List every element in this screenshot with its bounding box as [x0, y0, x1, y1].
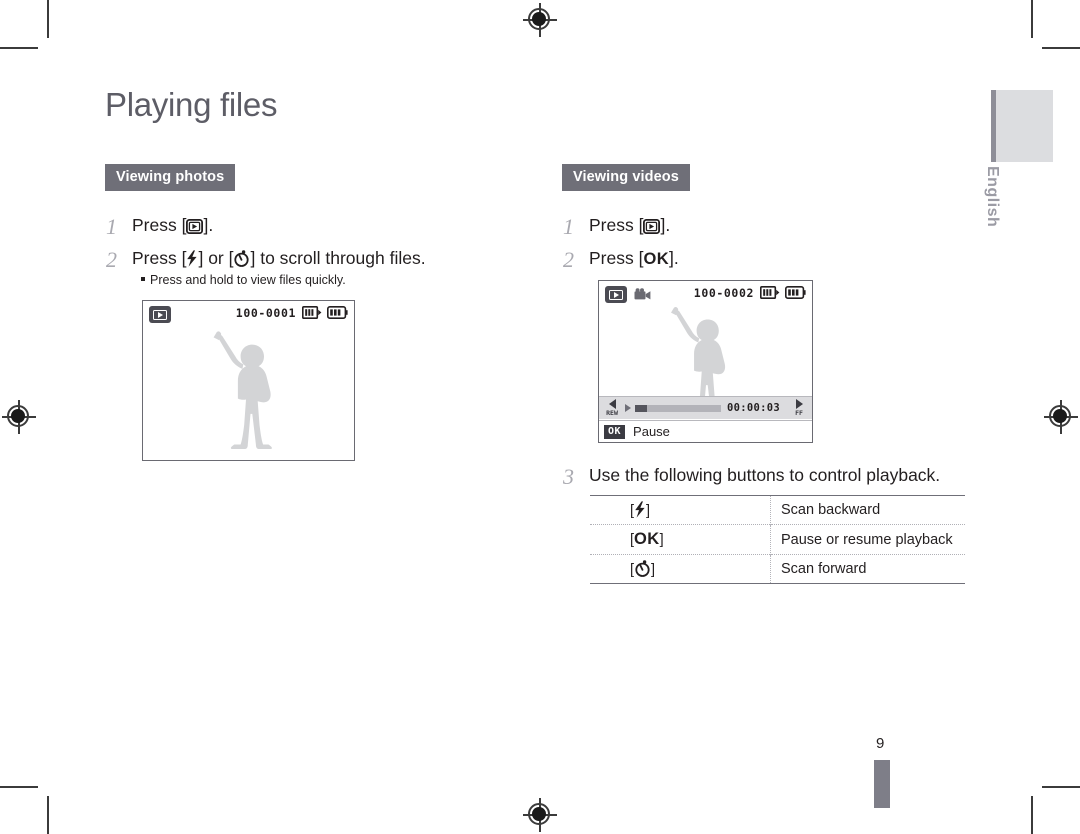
crop-mark-top-left-vertical [47, 0, 49, 38]
registration-target-left [2, 400, 36, 434]
playback-mode-icon [149, 306, 171, 323]
control-key-cell: [OK] [590, 524, 771, 555]
step-text: Press []. [589, 215, 670, 237]
timer-icon [634, 560, 651, 577]
video-playback-bar[interactable]: REW 00:00:03 FF [599, 396, 812, 419]
video-status-bar: OK Pause [599, 420, 812, 442]
photo-file-number: 100-0001 [235, 306, 296, 320]
video-progress-bar[interactable] [635, 404, 722, 412]
battery-icon [327, 306, 348, 324]
step-text-before: Press [ [589, 215, 644, 235]
step-text-after: ]. [203, 215, 214, 235]
step-photos-2: 2 Press [ ] or [ ] to scroll through files… [106, 248, 426, 271]
registration-target-bottom [523, 798, 557, 832]
control-description: Pause or resume playback [770, 524, 965, 555]
playback-mode-icon [605, 286, 627, 303]
ok-key: OK [634, 530, 660, 548]
step-number: 3 [563, 464, 574, 489]
step-text-before: Press [ [589, 248, 644, 268]
play-icon [643, 219, 661, 234]
step-number: 1 [563, 214, 574, 239]
step-text-before: Press [ [132, 215, 187, 235]
bracket-close: ] [659, 532, 664, 548]
flash-icon [634, 501, 646, 518]
section-heading-viewing-photos: Viewing photos [105, 164, 236, 191]
crop-mark-bottom-right-vertical [1031, 796, 1033, 834]
table-bottom-rule [590, 583, 965, 584]
step-text: Use the following buttons to control pla… [589, 465, 941, 485]
bracket-close: ] [651, 562, 656, 578]
video-status-label: Pause [633, 424, 670, 439]
registration-target-right [1044, 400, 1078, 434]
video-timecode: 00:00:03 [727, 402, 780, 414]
control-description: Scan backward [770, 495, 965, 525]
photos-substep-note: Press and hold to view files quickly. [141, 273, 346, 287]
step-text-after: ]. [660, 215, 671, 235]
table-row: [OK] Pause or resume playback [590, 524, 965, 555]
timer-icon [233, 250, 250, 267]
photo-subject-silhouette [213, 331, 272, 449]
step-number: 2 [106, 247, 117, 272]
section-heading-viewing-videos: Viewing videos [562, 164, 690, 191]
photos-substep-text: Press and hold to view files quickly. [150, 273, 346, 287]
ok-key: OK [643, 250, 670, 268]
step-number: 1 [106, 214, 117, 239]
fast-forward-icon [795, 399, 803, 410]
ok-chip: OK [604, 424, 626, 439]
language-tab-edge [991, 90, 996, 162]
page-number: 9 [876, 735, 885, 752]
crop-mark-bottom-right-horizontal [1042, 786, 1080, 788]
playback-controls-table: [] Scan backward [OK] Pause or resume pl… [590, 495, 965, 584]
fast-forward-label: FF [795, 409, 803, 418]
play-small-icon [625, 404, 631, 412]
rewind-control[interactable]: REW [599, 399, 625, 417]
page-number-bar [874, 760, 890, 808]
step-text-after: ] to scroll through files. [250, 248, 426, 268]
play-icon [186, 219, 204, 234]
photo-preview-screen: 100-0001 [142, 300, 355, 461]
flash-icon [186, 250, 198, 267]
crop-mark-top-left-horizontal [0, 47, 38, 49]
video-progress-fill [635, 404, 648, 412]
table-row: [] Scan forward [590, 554, 965, 584]
bullet-square-icon [141, 277, 145, 281]
table-row: [] Scan backward [590, 495, 965, 525]
language-tab-label: English [984, 166, 1001, 228]
video-preview-screen: 100-0002 REW 00:00:03 FF OK Pause [598, 280, 813, 443]
page-title: Playing files [105, 86, 278, 123]
battery-icon [785, 286, 806, 304]
step-text: Press []. [132, 215, 213, 237]
language-tab-box [991, 90, 1053, 162]
memory-card-icon [302, 306, 322, 324]
bracket-close: ] [646, 503, 651, 519]
rewind-label: REW [606, 409, 618, 418]
step-text: Press [ ] or [ ] to scroll through files. [132, 248, 426, 270]
crop-mark-bottom-left-horizontal [0, 786, 38, 788]
registration-target-top [523, 3, 557, 37]
fast-forward-control[interactable]: FF [786, 399, 812, 417]
step-videos-1: 1 Press []. [563, 215, 670, 238]
crop-mark-bottom-left-vertical [47, 796, 49, 834]
control-key-cell: [] [590, 554, 771, 584]
crop-mark-top-right-horizontal [1042, 47, 1080, 49]
rewind-icon [608, 399, 616, 410]
step-videos-3: 3 Use the following buttons to control p… [563, 465, 940, 488]
step-number: 2 [563, 247, 574, 272]
control-key-cell: [] [590, 495, 771, 525]
video-file-number: 100-0002 [693, 286, 754, 300]
step-text-mid: ] or [ [198, 248, 234, 268]
control-description: Scan forward [770, 554, 965, 584]
step-text: Press [OK]. [589, 248, 679, 270]
crop-mark-top-right-vertical [1031, 0, 1033, 38]
step-photos-1: 1 Press []. [106, 215, 213, 238]
step-text-before: Press [ [132, 248, 187, 268]
step-videos-2: 2 Press [OK]. [563, 248, 679, 271]
step-text-after: ]. [669, 248, 679, 268]
